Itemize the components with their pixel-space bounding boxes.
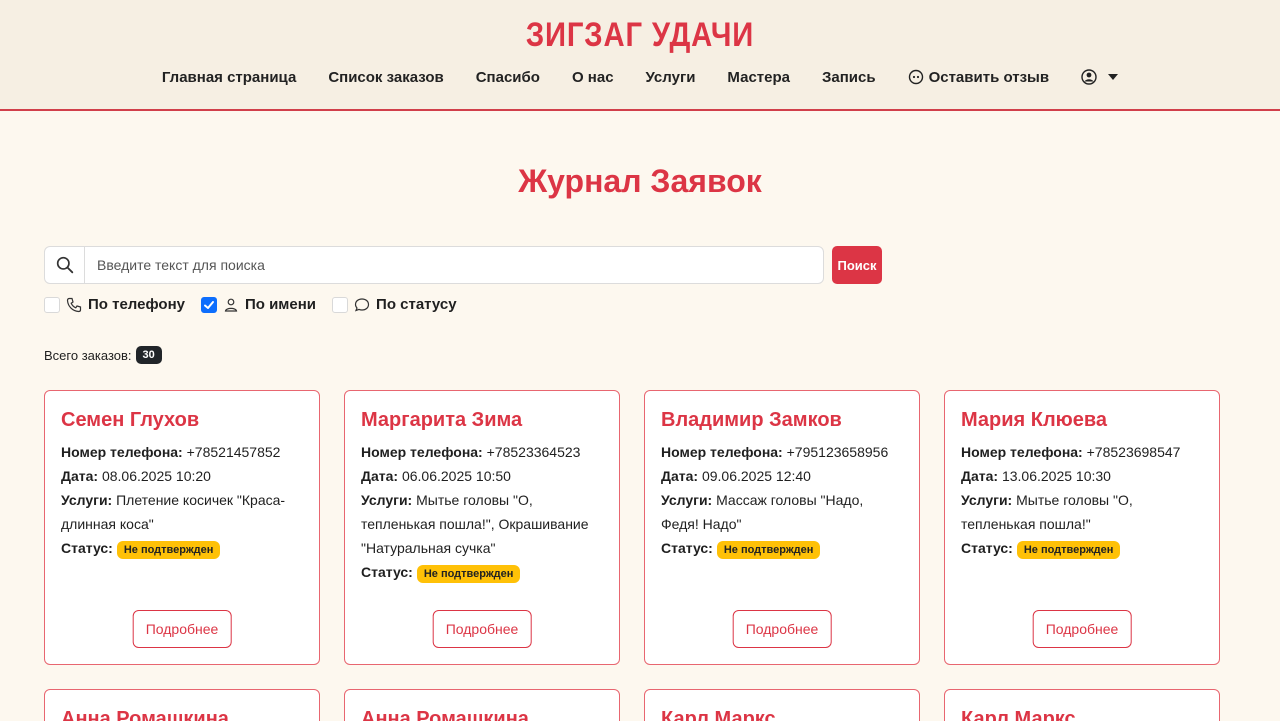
search-box — [44, 246, 824, 284]
details-button[interactable]: Подробнее — [132, 610, 232, 648]
search-bar: Поиск — [44, 246, 882, 284]
order-date: Дата: 08.06.2025 10:20 — [61, 468, 211, 484]
order-status: Статус: Не подтвержден — [661, 536, 903, 562]
nav-orders[interactable]: Список заказов — [328, 69, 443, 86]
search-input[interactable] — [85, 247, 823, 283]
phone-icon — [66, 297, 82, 312]
nav-thanks[interactable]: Спасибо — [476, 69, 540, 86]
filter-phone[interactable]: По телефону — [44, 296, 185, 313]
order-date: Дата: 06.06.2025 10:50 — [361, 468, 511, 484]
order-services: Услуги: Мытье головы "О, тепленькая пошл… — [361, 492, 589, 556]
order-card: Карл Маркс — [944, 689, 1220, 721]
order-card: Семен Глухов Номер телефона: +7852145785… — [44, 390, 320, 665]
details-button[interactable]: Подробнее — [432, 610, 532, 648]
user-menu-toggle[interactable] — [1081, 69, 1119, 85]
order-phone: Номер телефона: +78523698547 — [961, 444, 1181, 460]
nav-review-label: Оставить отзыв — [928, 68, 1050, 86]
order-client-name: Карл Маркс — [961, 708, 1076, 721]
filter-status-label: По статусу — [376, 296, 457, 313]
nav-review[interactable]: Оставить отзыв — [908, 68, 1050, 86]
order-client-name: Маргарита Зима — [361, 409, 523, 431]
nav-about[interactable]: О нас — [572, 69, 614, 86]
nav-booking[interactable]: Запись — [822, 69, 876, 86]
brand-logo[interactable]: ЗИГЗАГ УДАЧИ — [90, 0, 1191, 62]
nav-home[interactable]: Главная страница — [162, 69, 296, 86]
order-client-name: Анна Ромашкина — [361, 708, 529, 721]
filter-phone-checkbox[interactable] — [44, 296, 60, 313]
order-phone: Номер телефона: +795123658956 — [661, 444, 889, 460]
order-client-name: Владимир Замков — [661, 409, 842, 431]
order-date: Дата: 13.06.2025 10:30 — [961, 468, 1111, 484]
chat-quote-icon — [908, 69, 923, 85]
orders-total: Всего заказов: 30 — [44, 346, 162, 364]
order-client-name: Анна Ромашкина — [61, 708, 229, 721]
order-client-name: Семен Глухов — [61, 409, 200, 431]
order-status: Статус: Не подтвержден — [961, 536, 1203, 562]
status-badge: Не подтвержден — [1016, 541, 1121, 559]
order-card: Анна Ромашкина — [344, 689, 620, 721]
order-phone: Номер телефона: +78523364523 — [361, 444, 581, 460]
order-services: Услуги: Мытье головы "О, тепленькая пошл… — [961, 492, 1133, 532]
order-phone: Номер телефона: +78521457852 — [61, 444, 281, 460]
page-title: Журнал Заявок — [518, 163, 762, 199]
search-button[interactable]: Поиск — [832, 246, 882, 284]
order-card: Владимир Замков Номер телефона: +7951236… — [644, 390, 920, 665]
search-icon — [45, 247, 85, 283]
orders-count-badge: 30 — [135, 346, 162, 364]
order-services: Услуги: Плетение косичек "Краса-длинная … — [61, 492, 286, 532]
chevron-down-icon — [1108, 74, 1119, 80]
main-nav: Главная страница Список заказов Спасибо … — [0, 62, 1280, 92]
status-badge: Не подтвержден — [416, 565, 521, 583]
details-button[interactable]: Подробнее — [1032, 610, 1132, 648]
order-client-name: Карл Маркс — [661, 708, 776, 721]
nav-masters[interactable]: Мастера — [727, 69, 790, 86]
filter-name-checkbox[interactable] — [200, 296, 217, 313]
check-icon — [203, 300, 214, 309]
order-card: Мария Клюева Номер телефона: +7852369854… — [944, 390, 1220, 665]
filter-phone-label: По телефону — [88, 296, 185, 313]
status-badge: Не подтвержден — [716, 541, 821, 559]
user-circle-icon — [1081, 69, 1097, 85]
nav-services[interactable]: Услуги — [646, 69, 696, 86]
order-status: Статус: Не подтвержден — [361, 560, 603, 586]
person-icon — [224, 298, 238, 312]
status-badge: Не подтвержден — [116, 541, 221, 559]
filter-status-checkbox[interactable] — [332, 296, 349, 313]
order-date: Дата: 09.06.2025 12:40 — [661, 468, 811, 484]
order-status: Статус: Не подтвержден — [61, 536, 303, 562]
search-filters: По телефону По имени По статусу — [44, 296, 457, 313]
order-card: Маргарита Зима Номер телефона: +78523364… — [344, 390, 620, 665]
filter-name-label: По имени — [244, 296, 317, 313]
orders-total-label: Всего заказов: — [44, 347, 132, 363]
filter-name[interactable]: По имени — [200, 296, 317, 313]
site-header: ЗИГЗАГ УДАЧИ Главная страница Список зак… — [0, 0, 1280, 111]
order-services: Услуги: Массаж головы "Надо, Федя! Надо" — [661, 492, 864, 532]
order-card: Анна Ромашкина — [44, 689, 320, 721]
chat-icon — [354, 297, 370, 312]
details-button[interactable]: Подробнее — [732, 610, 832, 648]
order-card: Карл Маркс — [644, 689, 920, 721]
orders-grid: Семен Глухов Номер телефона: +7852145785… — [44, 390, 1220, 721]
order-client-name: Мария Клюева — [961, 409, 1108, 431]
filter-status[interactable]: По статусу — [332, 296, 457, 313]
